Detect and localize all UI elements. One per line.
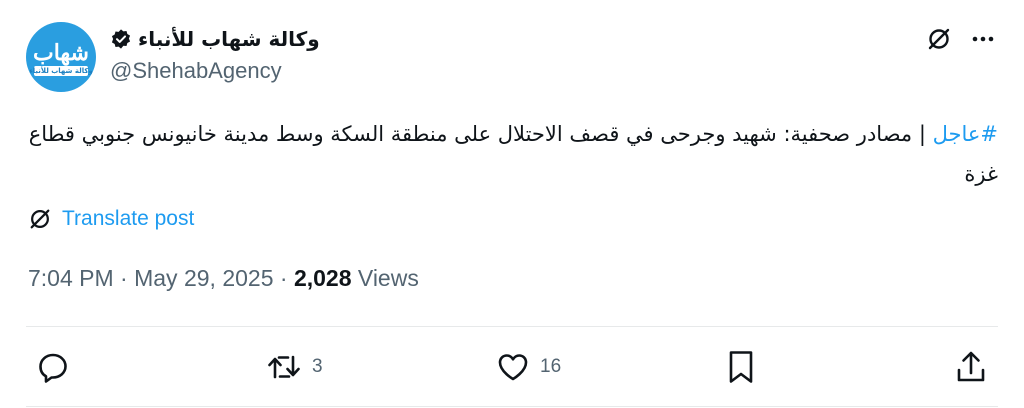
more-options-icon[interactable] [968, 24, 998, 54]
hashtag-link[interactable]: #عاجل [933, 122, 998, 146]
avatar-logo-text: شهاب [33, 40, 89, 66]
views-label: Views [357, 265, 419, 291]
heart-icon [498, 354, 528, 381]
tweet-body: | مصادر صحفية: شهيد وجرحى في قصف الاحتلا… [28, 122, 998, 186]
tweet-text: #عاجل | مصادر صحفية: شهيد وجرحى في قصف ا… [26, 114, 998, 194]
views-count: 2,028 [293, 265, 352, 291]
avatar-logo-subtext: وكالة شهاب للأنباء [29, 67, 93, 75]
author-display-name[interactable]: وكالة شهاب للأنباء [138, 27, 320, 51]
share-button[interactable] [954, 348, 988, 386]
bookmark-button[interactable] [726, 348, 756, 386]
translate-icon [30, 209, 50, 229]
divider [26, 406, 998, 407]
avatar[interactable]: شهاب وكالة شهاب للأنباء [26, 22, 96, 92]
verified-badge-icon [110, 28, 132, 50]
reply-button[interactable] [36, 348, 80, 386]
meta-separator: · [279, 265, 288, 291]
share-icon [957, 351, 985, 382]
bookmark-icon [729, 351, 753, 383]
reply-icon [39, 353, 67, 383]
grok-icon[interactable] [924, 24, 954, 54]
repost-button[interactable]: 3 [266, 348, 323, 386]
tweet-meta: 7:04 PM · May 29, 2025 · 2,028 Views [28, 265, 419, 292]
like-count: 16 [540, 356, 562, 377]
meta-separator: · [120, 265, 128, 291]
author-handle[interactable]: @ShehabAgency [110, 58, 282, 84]
repost-icon [268, 355, 300, 379]
author-name-row[interactable]: وكالة شهاب للأنباء [110, 24, 320, 54]
like-button[interactable]: 16 [496, 348, 561, 386]
translate-label[interactable]: Translate post [62, 207, 194, 231]
tweet-date[interactable]: May 29, 2025 [134, 265, 273, 291]
repost-count: 3 [312, 356, 323, 377]
divider [26, 326, 998, 327]
translate-post-button[interactable]: Translate post [28, 205, 194, 233]
tweet-time[interactable]: 7:04 PM [28, 265, 114, 291]
